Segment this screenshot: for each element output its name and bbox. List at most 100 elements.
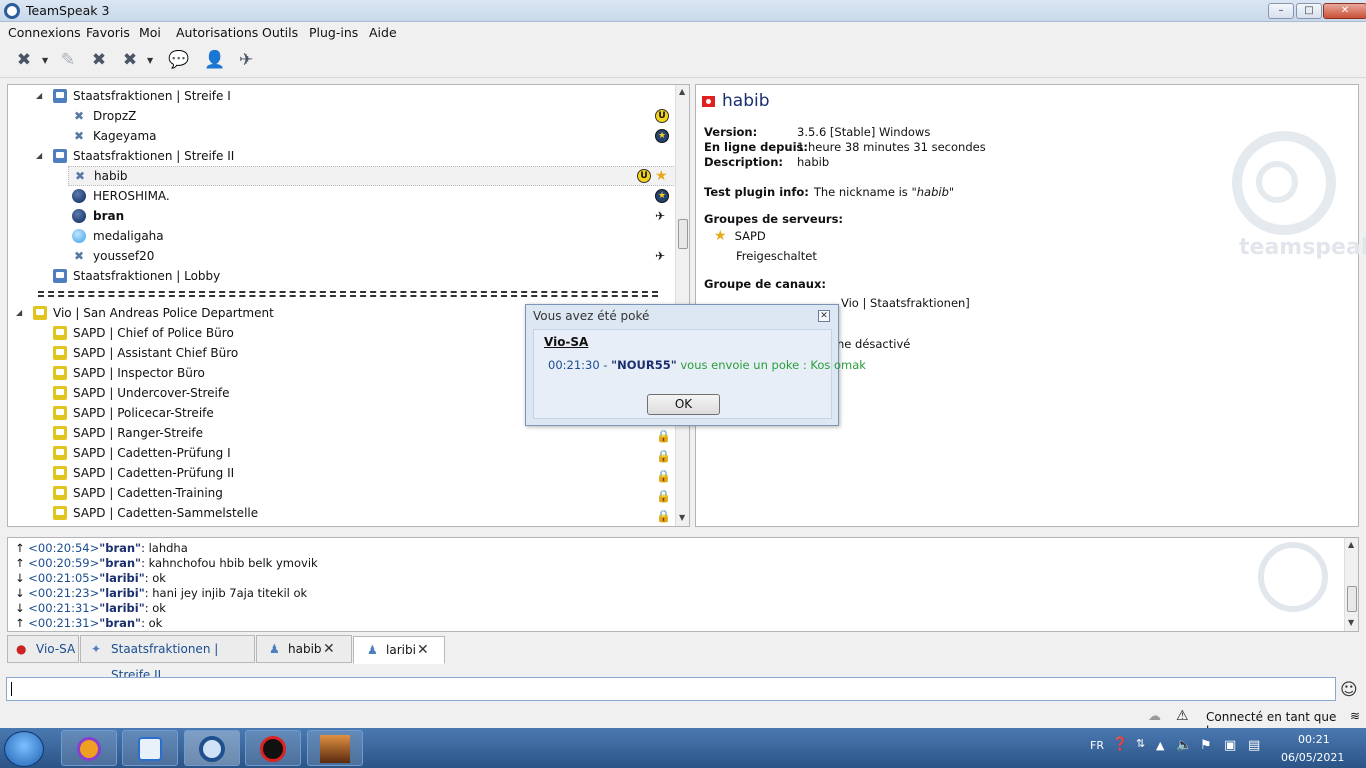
tab-vio-sa[interactable]: ● Vio-SA <box>7 635 79 663</box>
toolbar: ✖ ▼ ✎ ✖ ✖ ▼ 💬 👤 ✈ VIO <box>0 42 1366 106</box>
channel-name: SAPD | Cadetten-Prüfung I <box>73 446 231 460</box>
client-row-selected[interactable]: ✖ habib U ★ <box>68 166 676 186</box>
channel-row[interactable]: Staatsfraktionen | Lobby <box>8 266 676 286</box>
lock-icon: 🔒 <box>656 449 671 463</box>
clock-time[interactable]: 00:21 <box>1298 733 1330 746</box>
poke-sender: "NOUR55" <box>611 358 677 372</box>
channel-icon <box>53 149 67 163</box>
network-icon[interactable]: ▣ <box>1224 738 1236 753</box>
warning-icon[interactable]: ⚠ <box>1176 708 1189 724</box>
chat-sender: "bran" <box>99 541 142 555</box>
scroll-down-icon[interactable]: ▼ <box>679 513 685 522</box>
expand-icon[interactable]: ◢ <box>36 146 42 166</box>
close-tab-icon[interactable]: ✕ <box>323 636 335 662</box>
channel-row[interactable]: SAPD | Cadetten-Training 🔒 <box>8 483 676 503</box>
taskbar-app-files[interactable] <box>122 730 178 766</box>
scroll-down-icon[interactable]: ▼ <box>1348 618 1354 627</box>
help-icon[interactable]: ❓ <box>1112 737 1128 752</box>
ok-button[interactable]: OK <box>647 394 720 415</box>
plugin-icon: ✈ <box>655 249 666 263</box>
channel-name: SAPD | Undercover-Streife <box>73 386 230 400</box>
chevron-up-icon[interactable]: ▲ <box>1156 739 1164 752</box>
menu-outils[interactable]: Outils <box>262 25 298 40</box>
whisper-icon[interactable]: ✈ <box>234 48 258 72</box>
menu-aide[interactable]: Aide <box>369 25 397 40</box>
channel-row[interactable]: ◢ Staatsfraktionen | Streife I <box>8 86 676 106</box>
taskbar-app-game[interactable] <box>245 730 301 766</box>
client-row[interactable]: ✖ Kageyama ★ <box>8 126 676 146</box>
scroll-up-icon[interactable]: ▲ <box>679 87 685 96</box>
channel-name: Staatsfraktionen | Streife II <box>73 149 235 163</box>
taskbar-app-teamspeak[interactable] <box>184 730 240 766</box>
chat-sender: "bran" <box>99 616 142 630</box>
client-status-icon <box>72 189 86 203</box>
flag-icon[interactable]: ⚑ <box>1200 738 1212 753</box>
chat-sender: "laribi" <box>99 586 145 600</box>
start-button[interactable] <box>4 731 44 767</box>
chat-input[interactable] <box>6 677 1336 701</box>
tab-laribi[interactable]: ♟ laribi ✕ <box>353 636 445 664</box>
menu-plugins[interactable]: Plug-ins <box>309 25 358 40</box>
menu-moi[interactable]: Moi <box>139 25 161 40</box>
chat-message: ↑ <00:20:54>"bran": lahdha <box>15 541 188 555</box>
emoticon-icon[interactable]: ☺ <box>1340 680 1358 700</box>
away-icon[interactable]: ✎ <box>56 48 80 72</box>
client-name: Kageyama <box>93 129 157 143</box>
tab-streife-ii[interactable]: ✦ Staatsfraktionen | Streife II <box>80 635 255 682</box>
battery-icon[interactable]: ▤ <box>1248 738 1260 753</box>
disconnect-icon[interactable]: ✖ <box>12 48 36 72</box>
version-value: 3.5.6 [Stable] Windows <box>797 125 931 139</box>
language-indicator[interactable]: FR <box>1090 739 1104 752</box>
mic-status-value: ne désactivé <box>837 337 911 351</box>
tab-label: habib <box>288 642 322 656</box>
scroll-thumb[interactable] <box>678 219 688 249</box>
chevron-down-icon[interactable]: ▼ <box>42 56 48 65</box>
chat-message: ↑ <00:20:59>"bran": kahnchofou hbib belk… <box>15 556 318 570</box>
close-button[interactable]: ✕ <box>1323 3 1366 19</box>
client-row[interactable]: ✖ youssef20 ✈ <box>8 246 676 266</box>
expand-icon[interactable]: ◢ <box>36 86 42 106</box>
poke-server-name: Vio-SA <box>544 335 589 349</box>
menu-favoris[interactable]: Favoris <box>86 25 130 40</box>
client-row[interactable]: HEROSHIMA. ★ <box>8 186 676 206</box>
menu-autorisations[interactable]: Autorisations <box>176 25 258 40</box>
channel-icon <box>53 89 67 103</box>
chat-text: : ok <box>144 601 166 615</box>
expand-icon[interactable]: ◢ <box>16 303 22 323</box>
chevron-down-icon[interactable]: ▼ <box>147 56 153 65</box>
chat-bubble-icon[interactable]: 💬 <box>167 48 191 72</box>
scroll-thumb[interactable] <box>1347 586 1357 612</box>
scroll-up-icon[interactable]: ▲ <box>1348 540 1354 549</box>
channel-row[interactable]: SAPD | Cadetten-Prüfung II 🔒 <box>8 463 676 483</box>
arrows-icon[interactable]: ⇅ <box>1136 737 1145 750</box>
taskbar-app-browser[interactable] <box>61 730 117 766</box>
contacts-icon[interactable]: 👤 <box>203 48 227 72</box>
client-row[interactable]: ✖ DropzZ U <box>8 106 676 126</box>
menu-bar: Connexions Favoris Moi Autorisations Out… <box>0 22 1366 42</box>
clock-date[interactable]: 06/05/2021 <box>1281 751 1344 764</box>
chat-scrollbar[interactable]: ▲ ▼ <box>1344 538 1358 631</box>
channel-name: SAPD | Inspector Büro <box>73 366 205 380</box>
channel-row[interactable]: ◢ Staatsfraktionen | Streife II <box>8 146 676 166</box>
channel-name: SAPD | Cadetten-Prüfung II <box>73 466 235 480</box>
client-row[interactable]: bran ✈ <box>8 206 676 226</box>
menu-connexions[interactable]: Connexions <box>8 25 81 40</box>
channel-icon <box>33 306 47 320</box>
mute-speakers-icon[interactable]: ✖ <box>118 48 142 72</box>
close-tab-icon[interactable]: ✕ <box>417 637 429 663</box>
mute-microphone-icon[interactable]: ✖ <box>87 48 111 72</box>
maximize-button[interactable]: □ <box>1296 3 1322 19</box>
channel-row[interactable]: SAPD | Cadetten-Prüfung I 🔒 <box>8 443 676 463</box>
chat-timestamp: <00:21:31> <box>28 601 100 615</box>
minimize-button[interactable]: – <box>1268 3 1294 19</box>
client-info-name: habib <box>722 91 770 111</box>
channel-row[interactable]: SAPD | Cadetten-Sammelstelle 🔒 <box>8 503 676 523</box>
client-row[interactable]: medaligaha <box>8 226 676 246</box>
volume-icon[interactable]: 🔈 <box>1176 738 1192 753</box>
window-title: TeamSpeak 3 <box>26 3 110 18</box>
tab-habib[interactable]: ♟ habib ✕ <box>256 635 352 663</box>
police-badge-icon: ★ <box>655 129 669 143</box>
dialog-close-button[interactable]: ✕ <box>818 310 830 322</box>
taskbar-app-gta[interactable] <box>307 730 363 766</box>
channel-row[interactable]: SAPD | Ranger-Streife 🔒 <box>8 423 676 443</box>
